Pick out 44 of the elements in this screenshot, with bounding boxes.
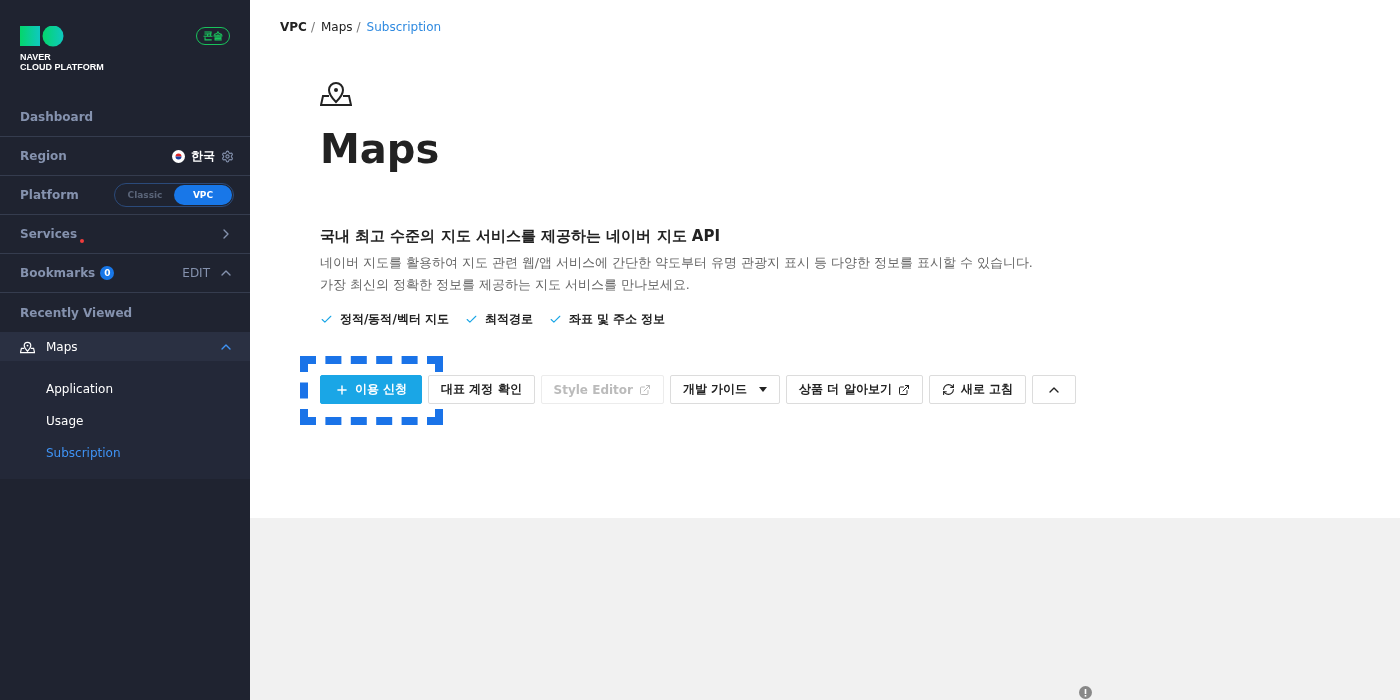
settings-icon[interactable]	[221, 149, 234, 163]
breadcrumb-link[interactable]: Subscription	[366, 20, 442, 34]
platform-option[interactable]: VPC	[174, 185, 232, 205]
nav-label: Bookmarks	[20, 266, 96, 280]
breadcrumb-separator: /	[356, 20, 361, 34]
check-icon	[464, 313, 478, 326]
submenu-item[interactable]: Usage	[0, 405, 84, 437]
check-icon	[320, 313, 333, 326]
breadcrumb-link[interactable]: Maps	[320, 20, 353, 34]
external-link-icon	[897, 383, 910, 396]
map-pin-icon	[320, 79, 352, 107]
refresh-icon	[941, 383, 955, 396]
logo-icon	[20, 26, 64, 48]
logo-text: NAVER	[20, 52, 52, 62]
page-subtitle: 국내 최고 수준의 지도 서비스를 제공하는 네이버 지도 API	[320, 227, 721, 246]
page-title: Maps	[320, 125, 441, 174]
nav-link[interactable]: Services	[20, 227, 78, 241]
check-icon	[548, 313, 562, 326]
alert-icon[interactable]	[1079, 686, 1092, 699]
nav-label: Region	[20, 149, 68, 163]
edit-link[interactable]: EDIT	[182, 266, 210, 280]
breadcrumb-link[interactable]: VPC	[280, 20, 307, 34]
action-button[interactable]: 상품 더 알아보기	[786, 375, 923, 404]
count-badge: 0	[100, 266, 115, 280]
region-value[interactable]: 한국	[191, 147, 215, 165]
action-button[interactable]: 개발 가이드	[670, 375, 781, 404]
feature-label: 정적/동적/벡터 지도	[340, 311, 449, 328]
nav-link[interactable]: Dashboard	[20, 110, 234, 124]
caret-icon	[759, 387, 768, 392]
flag-icon	[172, 149, 185, 163]
description: 네이버 지도를 활용하여 지도 관련 웹/앱 서비스에 간단한 약도부터 유명 관광지 표시 등 다양한 정보를 표시할 수 있습니다. 가장 최신의 정확한 정보를 제공하는 지도 서비스를 만나보세요.	[320, 254, 1034, 294]
map-pin-icon	[20, 339, 35, 354]
action-button[interactable]: 새로 고침	[928, 375, 1026, 404]
submenu-item[interactable]: Application	[0, 373, 114, 405]
submenu-item[interactable]: Subscription	[0, 437, 121, 469]
feature-label: 좌표 및 주소 정보	[568, 311, 666, 328]
logo-text: CLOUD PLATFORM	[20, 62, 104, 72]
nav-link[interactable]: Recently Viewed	[20, 305, 234, 320]
feature-label: 최적경로	[484, 311, 533, 328]
external-link-icon	[639, 383, 651, 396]
breadcrumb-separator: /	[310, 20, 315, 34]
action-button[interactable]: 대표 계정 확인	[428, 375, 535, 404]
nav-label: Platform	[20, 188, 80, 202]
plus-icon	[335, 382, 349, 397]
